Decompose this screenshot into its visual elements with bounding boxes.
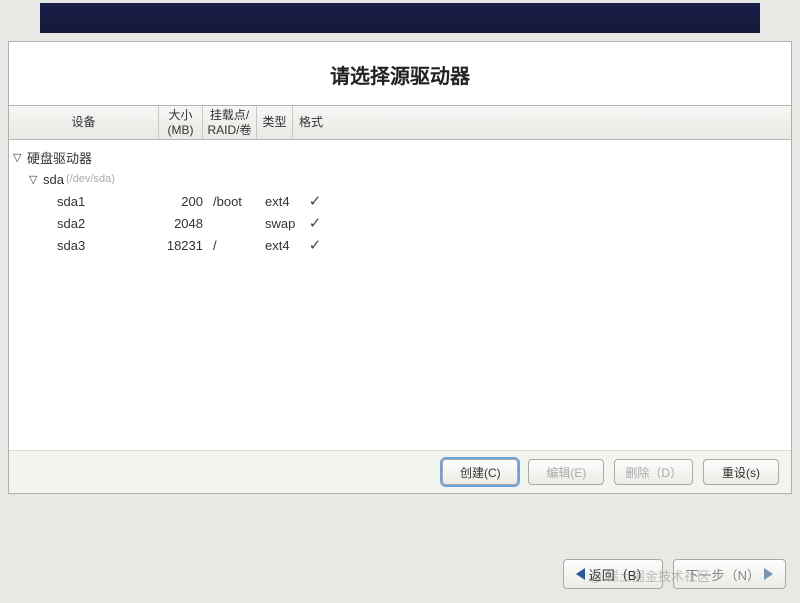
next-label: 下一步（N） bbox=[686, 565, 760, 584]
partition-size: 18231 bbox=[163, 238, 207, 253]
expand-toggle-icon[interactable]: ▽ bbox=[13, 151, 25, 164]
next-button[interactable]: 下一步（N） bbox=[673, 559, 786, 589]
main-panel: 请选择源驱动器 设备 大小 (MB) 挂载点/ RAID/卷 类型 格式 ▽ 硬… bbox=[8, 41, 792, 494]
title-area: 请选择源驱动器 bbox=[9, 42, 791, 106]
action-buttons: 创建(C) 编辑(E) 删除（D） 重设(s) bbox=[9, 450, 791, 493]
top-banner bbox=[40, 3, 760, 33]
tree-body[interactable]: ▽ 硬盘驱动器 ▽ sda (/dev/sda) sda1 200 /boot … bbox=[9, 140, 791, 450]
tree-disk[interactable]: ▽ sda (/dev/sda) bbox=[13, 168, 787, 190]
check-icon: ✓ bbox=[309, 193, 322, 210]
partition-name: sda3 bbox=[13, 238, 163, 253]
back-label: 返回（B） bbox=[589, 565, 650, 584]
delete-button: 删除（D） bbox=[614, 459, 693, 485]
disk-name: sda bbox=[43, 172, 64, 187]
expand-toggle-icon[interactable]: ▽ bbox=[29, 173, 41, 186]
partition-type: ext4 bbox=[261, 194, 297, 209]
partition-mount: /boot bbox=[207, 194, 261, 209]
partition-name: sda2 bbox=[13, 216, 163, 231]
table-row[interactable]: sda3 18231 / ext4 ✓ bbox=[13, 234, 787, 256]
check-icon: ✓ bbox=[309, 237, 322, 254]
col-type[interactable]: 类型 bbox=[257, 106, 293, 139]
col-device[interactable]: 设备 bbox=[9, 106, 159, 139]
edit-button: 编辑(E) bbox=[528, 459, 604, 485]
partition-name: sda1 bbox=[13, 194, 163, 209]
partition-table: 设备 大小 (MB) 挂载点/ RAID/卷 类型 格式 ▽ 硬盘驱动器 ▽ s… bbox=[9, 106, 791, 493]
reset-button[interactable]: 重设(s) bbox=[703, 459, 779, 485]
col-format[interactable]: 格式 bbox=[293, 106, 329, 139]
partition-size: 200 bbox=[163, 194, 207, 209]
arrow-right-icon bbox=[764, 568, 773, 580]
nav-buttons: 返回（B） 下一步（N） bbox=[563, 559, 786, 589]
table-row[interactable]: sda2 2048 swap ✓ bbox=[13, 212, 787, 234]
partition-size: 2048 bbox=[163, 216, 207, 231]
partition-type: swap bbox=[261, 216, 297, 231]
partition-mount: / bbox=[207, 238, 261, 253]
create-button[interactable]: 创建(C) bbox=[442, 459, 518, 485]
back-button[interactable]: 返回（B） bbox=[563, 559, 663, 589]
table-row[interactable]: sda1 200 /boot ext4 ✓ bbox=[13, 190, 787, 212]
tree-root[interactable]: ▽ 硬盘驱动器 bbox=[13, 146, 787, 168]
page-title: 请选择源驱动器 bbox=[9, 60, 791, 89]
col-mount[interactable]: 挂载点/ RAID/卷 bbox=[203, 106, 257, 139]
check-icon: ✓ bbox=[309, 215, 322, 232]
table-header: 设备 大小 (MB) 挂载点/ RAID/卷 类型 格式 bbox=[9, 106, 791, 140]
partition-type: ext4 bbox=[261, 238, 297, 253]
root-label: 硬盘驱动器 bbox=[27, 148, 92, 167]
arrow-left-icon bbox=[576, 568, 585, 580]
disk-path: (/dev/sda) bbox=[66, 173, 115, 185]
col-size[interactable]: 大小 (MB) bbox=[159, 106, 203, 139]
